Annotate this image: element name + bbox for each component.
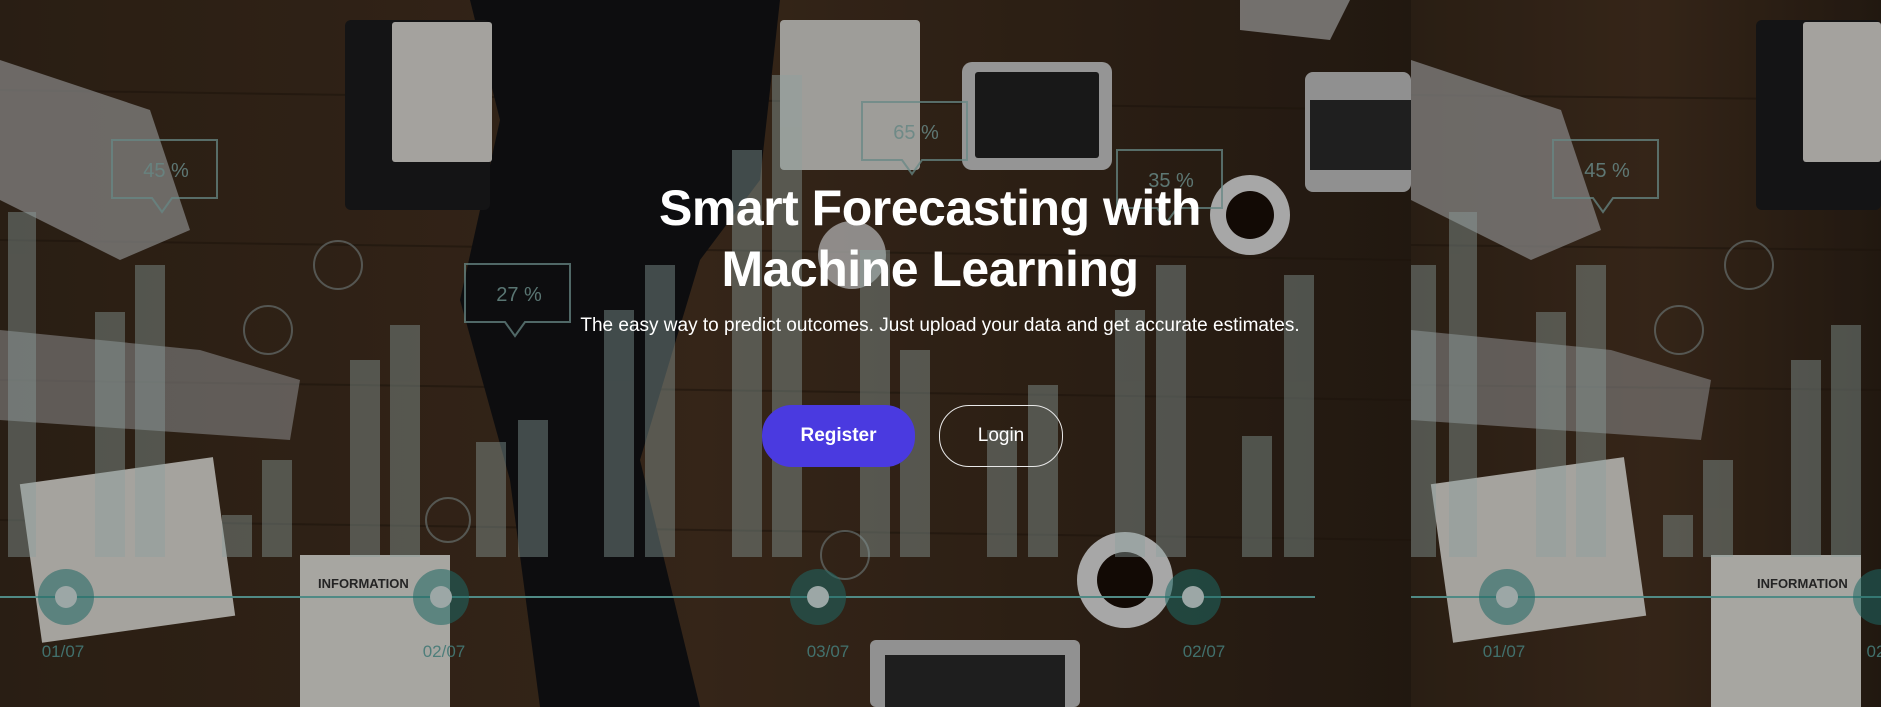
hero-subtitle: The easy way to predict outcomes. Just u… [580, 315, 1300, 336]
login-button[interactable]: Login [939, 405, 1063, 467]
hero-section: 45 % 27 % 65 % 35 % 01/07 02/07 03/07 02… [0, 0, 1881, 707]
hero-title-line2: Machine Learning [721, 241, 1139, 297]
hero-title: Smart Forecasting with Machine Learning [540, 178, 1320, 300]
hero-content: Smart Forecasting with Machine Learning … [0, 0, 1881, 707]
hero-actions: Register Login [762, 405, 1063, 467]
hero-title-line1: Smart Forecasting with [659, 180, 1201, 236]
register-button[interactable]: Register [762, 405, 915, 467]
